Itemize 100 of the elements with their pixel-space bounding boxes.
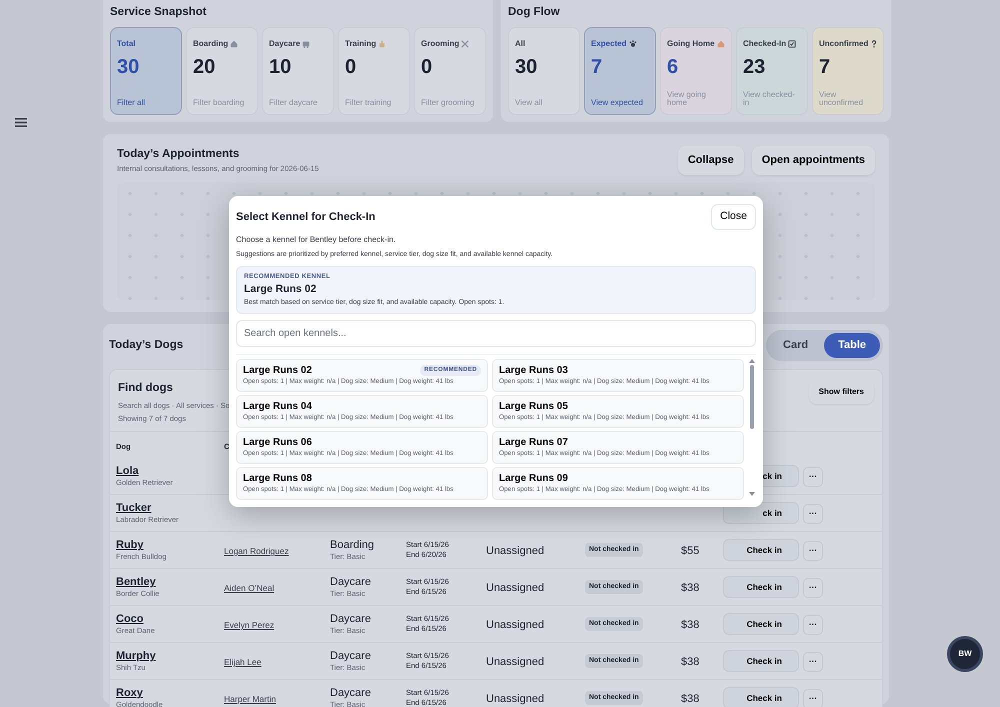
more-button[interactable]: ··· (803, 466, 823, 486)
house-icon (716, 40, 725, 48)
stat-card[interactable]: Going Home 6 View going home (660, 27, 732, 116)
section-title: Dog Flow (508, 5, 561, 20)
section-title: Today’s Dogs (109, 338, 184, 353)
stat-label: Total (117, 38, 136, 50)
kennel-name: Large Runs 09 (499, 472, 568, 485)
price-text: $55 (681, 545, 700, 557)
check-in-button[interactable]: Check in (723, 686, 799, 707)
stat-count: 30 (515, 55, 538, 80)
stat-label: Daycare (269, 38, 300, 50)
section-title: Today’s Appointments (117, 147, 240, 162)
owner-link[interactable]: Logan Rodriguez (224, 546, 289, 556)
intro-text: Choose a kennel for Bentley before check-in. (236, 234, 397, 246)
owner-link[interactable]: Elijah Lee (224, 657, 262, 667)
dog-name-link[interactable]: Bentley (116, 576, 224, 589)
kennel-name: Large Runs 02 (244, 282, 318, 297)
owner-link[interactable]: Aiden O’Neal (224, 583, 274, 593)
kennel-name: Large Runs 05 (499, 400, 568, 413)
view-tab[interactable]: Card (769, 333, 822, 358)
kennel-name: Large Runs 08 (243, 472, 312, 485)
kennel-text: Unassigned (486, 656, 544, 668)
kennel-text: Unassigned (486, 619, 544, 631)
bus-icon (302, 40, 310, 48)
stat-label: All (515, 38, 526, 50)
close-button[interactable]: Close (711, 204, 756, 230)
stat-card[interactable]: All 30 View all (508, 27, 580, 116)
stat-count: 23 (743, 55, 766, 80)
scroll-up-icon (749, 359, 755, 364)
owner-link[interactable]: Evelyn Perez (224, 620, 274, 630)
appointments-button[interactable]: Open appointments (752, 146, 875, 175)
stat-card[interactable]: Training 0 Filter training (338, 27, 410, 116)
kennel-text: Unassigned (486, 545, 544, 557)
stat-count: 30 (117, 55, 140, 80)
more-button[interactable]: ··· (803, 578, 823, 598)
stat-card[interactable]: Daycare 10 Filter daycare (262, 27, 334, 116)
stat-count: 7 (819, 55, 832, 80)
dog-name-link[interactable]: Coco (116, 613, 224, 626)
stat-card[interactable]: Grooming 0 Filter grooming (414, 27, 486, 116)
filter-link[interactable]: View expected (591, 99, 649, 108)
stat-count: 6 (667, 55, 680, 80)
kennel-name: Large Runs 07 (499, 436, 568, 449)
check-in-button[interactable]: Check in (723, 650, 799, 672)
dog-name-link[interactable]: Lola (116, 465, 224, 478)
stat-card[interactable]: Boarding 20 Filter boarding (186, 27, 258, 116)
more-button[interactable]: ··· (803, 652, 823, 672)
dog-name-link[interactable]: Ruby (116, 539, 224, 552)
stat-card[interactable]: Unconfirmed 7 View unconfirmed (812, 27, 884, 116)
price-text: $38 (681, 693, 700, 705)
kennel-name: Large Runs 06 (243, 436, 312, 449)
service-text: Daycare (330, 687, 372, 700)
more-button[interactable]: ··· (803, 540, 823, 560)
search-field[interactable]: Search open kennels... (236, 320, 756, 348)
stat-count: 0 (345, 55, 358, 80)
stat-count: 20 (193, 55, 216, 80)
dog-name-link[interactable]: Roxy (116, 687, 224, 700)
service-text: Daycare (330, 650, 372, 663)
stat-card[interactable]: Expected 7 View expected (584, 27, 656, 116)
stat-label: Checked-In (743, 38, 786, 50)
appointments-button[interactable]: Collapse (678, 146, 744, 175)
stat-count: 10 (269, 55, 292, 80)
stat-card[interactable]: Checked-In 23 View checked-in (736, 27, 808, 116)
stat-label: Boarding (193, 38, 228, 50)
avatar-button[interactable]: BW (947, 636, 983, 672)
scrollbar-thumb (750, 365, 754, 430)
price-text: $38 (681, 656, 700, 668)
price-text: $38 (681, 582, 700, 594)
kennel-name: Large Runs 04 (243, 400, 312, 413)
service-text: Daycare (330, 576, 372, 589)
kennel-text: Unassigned (486, 693, 544, 705)
check-in-button[interactable]: Check in (723, 576, 799, 598)
question-icon (870, 40, 878, 48)
check-in-button[interactable]: Check in (723, 538, 799, 562)
dog-name-link[interactable]: Murphy (116, 650, 224, 663)
section-title: Service Snapshot (110, 5, 208, 20)
more-button[interactable]: ··· (803, 614, 823, 634)
checkbox-icon (788, 40, 796, 48)
menu-icon[interactable] (15, 118, 27, 127)
dog-name-link[interactable]: Tucker (116, 502, 224, 515)
more-button[interactable]: ··· (803, 504, 823, 524)
stat-label: Going Home (667, 38, 715, 50)
view-tab[interactable]: Table (824, 333, 880, 358)
stat-label: Unconfirmed (819, 38, 868, 50)
kennel-name: Large Runs 03 (499, 364, 568, 377)
owner-link[interactable]: Harper Martin (224, 694, 276, 704)
show-filters-button[interactable]: Show filters (808, 380, 874, 404)
paw-icon (628, 40, 637, 48)
stat-card[interactable]: Total 30 Filter all (110, 27, 182, 116)
filter-link[interactable]: Filter all (117, 99, 175, 108)
check-in-button[interactable]: Check in (723, 612, 799, 636)
service-text: Daycare (330, 613, 372, 626)
modal-title: Select Kennel for Check-In (236, 210, 376, 225)
kennel-text: Unassigned (486, 582, 544, 594)
stat-label: Training (345, 38, 376, 50)
service-text: Boarding (330, 539, 376, 552)
more-button[interactable]: ··· (803, 688, 823, 707)
house-icon (230, 40, 238, 48)
stat-label: Grooming (421, 38, 460, 50)
kennel-name: Large Runs 02 (243, 364, 312, 377)
price-text: $38 (681, 619, 700, 631)
